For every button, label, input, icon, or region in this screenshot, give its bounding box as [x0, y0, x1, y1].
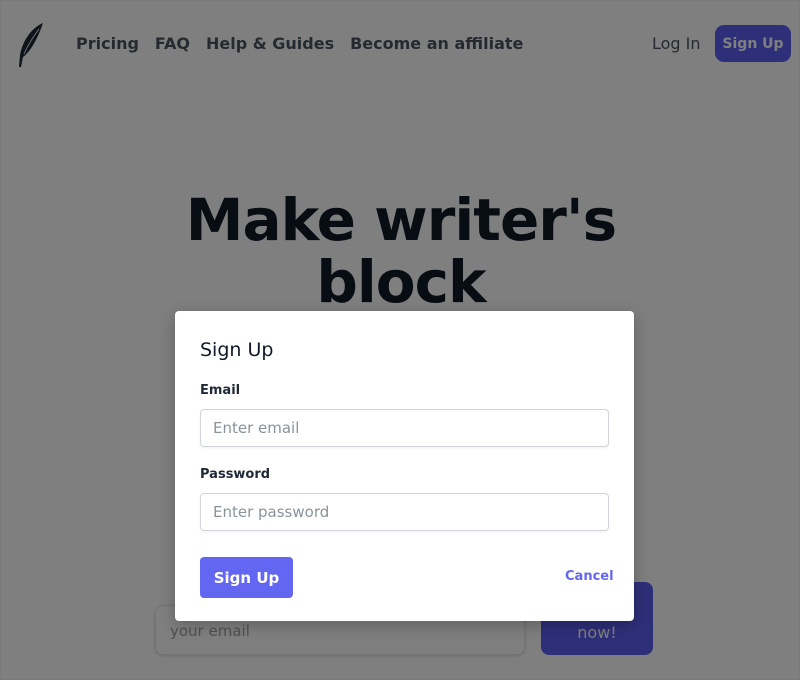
page: Pricing FAQ Help & Guides Become an affi… — [0, 0, 800, 680]
email-label: Email — [200, 383, 241, 398]
password-field[interactable] — [200, 493, 609, 531]
cancel-button[interactable]: Cancel — [565, 569, 614, 584]
modal-title: Sign Up — [200, 339, 274, 361]
signup-modal: Sign Up Email Password Sign Up Cancel — [175, 311, 634, 621]
email-field[interactable] — [200, 409, 609, 447]
password-label: Password — [200, 467, 271, 482]
signup-submit-button[interactable]: Sign Up — [200, 557, 293, 598]
